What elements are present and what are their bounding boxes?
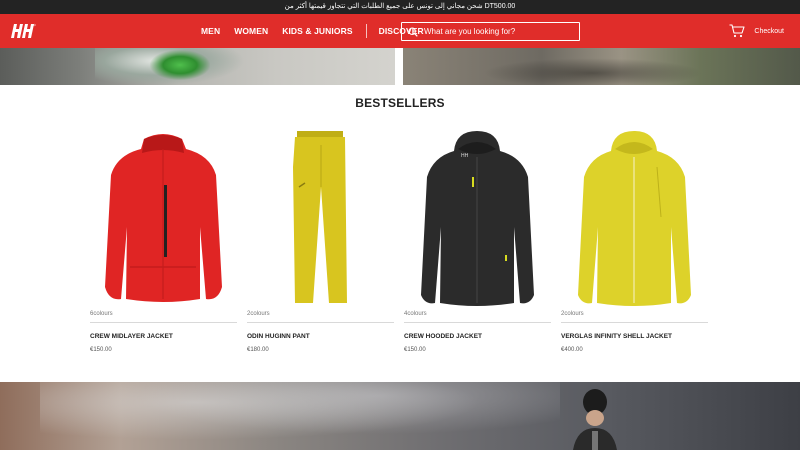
brand-logo[interactable] — [10, 23, 36, 39]
cart-icon — [729, 24, 745, 38]
product-card[interactable]: 2colours VERGLAS INFINITY SHELL JACKET €… — [561, 127, 708, 367]
product-card[interactable]: HH 4colours CREW HOODED JACKET €150.00 — [404, 127, 551, 367]
hh-logo-icon — [11, 23, 36, 38]
divider — [90, 322, 237, 323]
product-name[interactable]: VERGLAS INFINITY SHELL JACKET — [561, 333, 672, 340]
product-name[interactable]: ODIN HUGINN PANT — [247, 333, 310, 340]
svg-text:HH: HH — [461, 153, 469, 159]
product-name[interactable]: CREW MIDLAYER JACKET — [90, 333, 173, 340]
checkout-label: Checkout — [754, 27, 784, 35]
nav-kids-juniors[interactable]: KIDS & JUNIORS — [282, 26, 352, 36]
product-price: €150.00 — [404, 347, 426, 353]
nav-men[interactable]: MEN — [201, 26, 220, 36]
promo-bar: شحن مجاني إلى تونس على جميع الطلبات التي… — [0, 0, 800, 14]
product-image[interactable] — [561, 127, 708, 307]
nav-women[interactable]: WOMEN — [234, 26, 268, 36]
climber-figure — [573, 389, 617, 450]
bestsellers-title: BESTSELLERS — [355, 96, 445, 110]
product-colours: 6colours — [90, 311, 113, 317]
divider — [561, 322, 708, 323]
product-card[interactable]: 6colours CREW MIDLAYER JACKET €150.00 — [90, 127, 237, 367]
divider — [404, 322, 551, 323]
product-colours: 2colours — [247, 311, 270, 317]
product-colours: 4colours — [404, 311, 427, 317]
nav-divider — [365, 24, 367, 38]
product-name[interactable]: CREW HOODED JACKET — [404, 333, 482, 340]
product-image[interactable] — [247, 127, 394, 307]
checkout-button[interactable]: Checkout — [729, 14, 784, 48]
product-price: €150.00 — [90, 347, 112, 353]
search-icon[interactable] — [404, 23, 422, 40]
divider — [247, 322, 394, 323]
hero-image-climbing-gear[interactable] — [0, 48, 395, 85]
bottom-hero-image[interactable] — [0, 382, 800, 450]
product-price: €400.00 — [561, 347, 583, 353]
search-box[interactable] — [401, 22, 580, 41]
search-input[interactable] — [422, 23, 572, 40]
product-card[interactable]: 2colours ODIN HUGINN PANT €180.00 — [247, 127, 394, 367]
product-colours: 2colours — [561, 311, 584, 317]
product-image[interactable]: HH — [404, 127, 551, 307]
product-price: €180.00 — [247, 347, 269, 353]
hero-image-rocks[interactable] — [403, 48, 800, 85]
site-header: MEN WOMEN KIDS & JUNIORS DISCOVER Checko… — [0, 14, 800, 48]
product-image[interactable] — [90, 127, 237, 307]
promo-text: شحن مجاني إلى تونس على جميع الطلبات التي… — [284, 3, 516, 10]
